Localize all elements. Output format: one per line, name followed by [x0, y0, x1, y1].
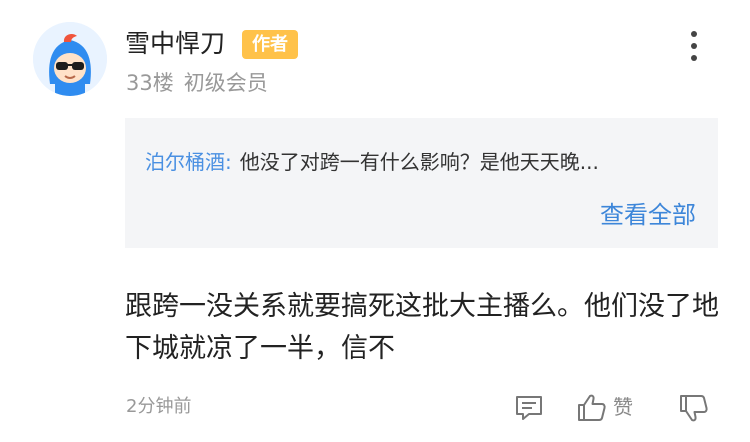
more-options-button[interactable] [682, 28, 706, 64]
quote-username[interactable]: 泊尔桶酒 [145, 150, 225, 174]
view-all-link[interactable]: 查看全部 [600, 200, 696, 230]
comment-time: 2分钟前 [126, 396, 192, 417]
sunglasses-cartoon-avatar-icon [33, 22, 107, 96]
quoted-reply[interactable]: 泊尔桶酒: 他没了对跨一有什么影响？是他天天晚... 查看全部 [125, 118, 718, 248]
thumbs-down-icon [680, 395, 708, 422]
avatar[interactable] [33, 22, 107, 96]
member-level: 初级会员 [183, 71, 268, 95]
thumbs-up-icon [578, 394, 606, 421]
more-vertical-icon [691, 31, 697, 61]
quote-separator: : [225, 150, 232, 174]
comment-meta: 33楼 初级会员 [126, 69, 278, 97]
reply-comment-icon [516, 396, 542, 420]
quote-text: 他没了对跨一有什么影响？是他天天晚... [239, 150, 599, 174]
comment-card: 雪中悍刀 作者 33楼 初级会员 泊尔桶酒: 他没了对跨一有什么影响？是他天天晚..… [0, 0, 750, 442]
comment-text: 跟跨一没关系就要搞死这批大主播么。他们没了地下城就凉了一半，信不 [125, 291, 719, 364]
like-label[interactable]: 赞 [613, 394, 633, 420]
username[interactable]: 雪中悍刀 [125, 28, 225, 60]
floor-number: 33楼 [126, 71, 174, 95]
reply-button[interactable] [513, 392, 545, 424]
quote-line: 泊尔桶酒: 他没了对跨一有什么影响？是他天天晚... [145, 148, 599, 176]
like-button[interactable] [576, 392, 608, 424]
author-badge: 作者 [242, 30, 298, 59]
dislike-button[interactable] [678, 392, 710, 424]
